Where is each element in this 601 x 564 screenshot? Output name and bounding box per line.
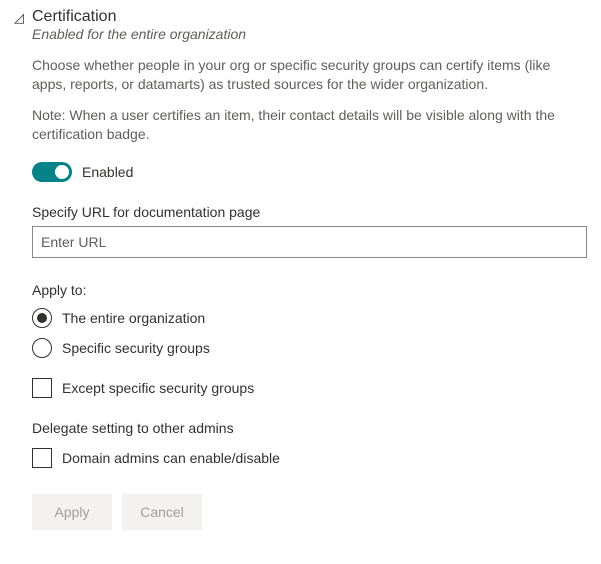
toggle-knob-icon: [55, 165, 69, 179]
section-header[interactable]: ◿ Certification: [14, 8, 587, 26]
delegate-checkbox-row[interactable]: Domain admins can enable/disable: [32, 448, 587, 468]
url-input[interactable]: [32, 226, 587, 258]
description-note: Note: When a user certifies an item, the…: [32, 106, 587, 144]
radio-label: Specific security groups: [62, 340, 210, 356]
section-content: Choose whether people in your org or spe…: [32, 56, 587, 530]
button-row: Apply Cancel: [32, 494, 587, 530]
enabled-toggle[interactable]: [32, 162, 72, 182]
radio-entire-org[interactable]: The entire organization: [32, 308, 587, 328]
radio-label: The entire organization: [62, 310, 205, 326]
except-checkbox-label: Except specific security groups: [62, 380, 254, 396]
except-section: Except specific security groups: [32, 378, 587, 398]
collapse-icon: ◿: [14, 11, 26, 24]
except-checkbox-row[interactable]: Except specific security groups: [32, 378, 587, 398]
url-field-label: Specify URL for documentation page: [32, 204, 587, 220]
cancel-button[interactable]: Cancel: [122, 494, 202, 530]
section-title: Certification: [32, 8, 116, 26]
delegate-label: Delegate setting to other admins: [32, 420, 587, 436]
checkbox-icon: [32, 448, 52, 468]
apply-to-label: Apply to:: [32, 282, 587, 298]
description-main: Choose whether people in your org or spe…: [32, 56, 587, 94]
checkbox-icon: [32, 378, 52, 398]
radio-icon: [32, 308, 52, 328]
delegate-checkbox-label: Domain admins can enable/disable: [62, 450, 280, 466]
apply-button[interactable]: Apply: [32, 494, 112, 530]
apply-to-radio-group: The entire organization Specific securit…: [32, 308, 587, 358]
enabled-toggle-label: Enabled: [82, 164, 133, 180]
enabled-toggle-row: Enabled: [32, 162, 587, 182]
radio-icon: [32, 338, 52, 358]
section-subtitle: Enabled for the entire organization: [32, 26, 587, 42]
radio-specific-groups[interactable]: Specific security groups: [32, 338, 587, 358]
